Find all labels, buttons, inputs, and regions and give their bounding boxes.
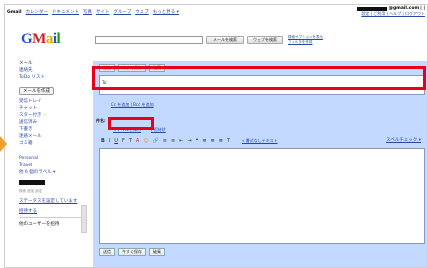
spellcheck-link[interactable]: スペルチェック ▾ bbox=[386, 137, 421, 143]
text-color-icon[interactable]: A bbox=[136, 137, 139, 145]
sidebar-item-chat[interactable]: チャット bbox=[19, 105, 91, 112]
sidebar-item-sent[interactable]: 送信済み bbox=[19, 119, 91, 126]
sidebar: メール 連絡先 ToDo リスト メールを作成 受信トレイ チャット スター付き… bbox=[19, 60, 91, 228]
search-options: 検索オプションを表示 フィルタを作成 bbox=[288, 35, 323, 44]
send-button-bottom[interactable]: 送信 bbox=[99, 248, 115, 256]
format-toolbar: B I U F T A ☺ 🔗 ≡ ≡ ⇤ ⇥ ❝ ≣ ≣ ≣ T « 書式なし… bbox=[101, 136, 425, 146]
sidebar-item-drafts[interactable]: 下書き bbox=[19, 126, 91, 133]
sidebar-item-mail[interactable]: メール bbox=[19, 60, 91, 67]
gbar-web[interactable]: ウェブ bbox=[135, 9, 149, 15]
sidebar-item-trash[interactable]: ゴミ箱 bbox=[19, 140, 91, 147]
gbar-groups[interactable]: グループ bbox=[114, 9, 132, 15]
font-size-icon[interactable]: T bbox=[129, 137, 132, 145]
tutorial-arrow-icon bbox=[0, 136, 7, 152]
message-body[interactable] bbox=[99, 148, 425, 244]
subject-label: 件名: bbox=[96, 118, 106, 123]
remove-format-icon[interactable]: T bbox=[227, 137, 230, 145]
gbar-calendar[interactable]: カレンダー bbox=[26, 9, 49, 15]
underline-icon[interactable]: U bbox=[114, 137, 118, 145]
font-icon[interactable]: F bbox=[122, 137, 125, 145]
sidebar-item-contacts[interactable]: 連絡先 bbox=[19, 67, 91, 74]
gmail-window: Gmail カレンダー ドキュメント 写真 サイト グループ ウェブ もっと見る… bbox=[4, 4, 428, 268]
discard-button-bottom[interactable]: 破棄 bbox=[149, 248, 165, 256]
search-options-link[interactable]: 検索オプションを表示 bbox=[288, 35, 323, 40]
highlight-to-field bbox=[92, 66, 426, 90]
search-web-button[interactable]: ウェブを検索 bbox=[247, 36, 283, 44]
plain-text-link[interactable]: « 書式なしテキスト bbox=[242, 138, 278, 144]
align-left-icon[interactable]: ≣ bbox=[202, 137, 206, 145]
indent-icon[interactable]: ⇥ bbox=[187, 137, 191, 145]
save-now-button-bottom[interactable]: 今すぐ保存 bbox=[118, 248, 146, 256]
redacted-username bbox=[357, 6, 388, 11]
account-area: @gmail.com | | 設定 | ご利用 | ヘルプ | ログアウト bbox=[357, 6, 425, 16]
account-links[interactable]: 設定 | ご利用 | ヘルプ | ログアウト bbox=[357, 11, 425, 16]
sidebar-label-personal[interactable]: Personal bbox=[19, 155, 91, 162]
search-mail-button[interactable]: メールを検索 bbox=[206, 36, 244, 44]
gbar-photos[interactable]: 写真 bbox=[83, 9, 92, 15]
sidebar-item-inbox[interactable]: 受信トレイ bbox=[19, 98, 91, 105]
numbered-list-icon[interactable]: ≡ bbox=[163, 137, 167, 145]
sidebar-item-tasks[interactable]: ToDo リスト bbox=[19, 74, 91, 81]
sidebar-item-spam[interactable]: 迷惑メール bbox=[19, 133, 91, 140]
gbar-sites[interactable]: サイト bbox=[96, 9, 110, 15]
sidebar-label-travel[interactable]: Travel bbox=[19, 162, 91, 169]
redacted-chat-name bbox=[19, 180, 45, 185]
italic-icon[interactable]: I bbox=[109, 137, 110, 145]
gbar-docs[interactable]: ドキュメント bbox=[52, 9, 79, 15]
sidebar-item-starred[interactable]: スター付き ☆ bbox=[19, 112, 91, 119]
compose-button[interactable]: メールを作成 bbox=[19, 87, 54, 95]
sidebar-more-labels[interactable]: 他 6 個のラベル ▾ bbox=[19, 169, 91, 176]
sidebar-divider bbox=[19, 217, 85, 218]
bold-icon[interactable]: B bbox=[101, 137, 105, 145]
highlight-attach-link bbox=[108, 117, 154, 130]
star-icon: ☆ bbox=[42, 113, 47, 118]
gmail-logo[interactable]: GMail bbox=[21, 31, 61, 48]
link-icon[interactable]: 🔗 bbox=[153, 137, 159, 145]
align-center-icon[interactable]: ≣ bbox=[211, 137, 215, 145]
quote-icon[interactable]: ❝ bbox=[196, 137, 199, 145]
compose-bottom-actions: 送信 今すぐ保存 破棄 bbox=[99, 248, 165, 256]
starred-label: スター付き bbox=[19, 113, 43, 118]
outdent-icon[interactable]: ⇤ bbox=[179, 137, 183, 145]
chat-links[interactable]: 検索 追加 設定 bbox=[19, 189, 91, 194]
create-filter-link[interactable]: フィルタを作成 bbox=[288, 40, 323, 45]
emoticon-icon[interactable]: ☺ bbox=[143, 137, 148, 145]
bullet-list-icon[interactable]: ≡ bbox=[171, 137, 175, 145]
gbar-gmail[interactable]: Gmail bbox=[7, 10, 22, 15]
compose-panel: 送信 今すぐ保存 破棄 To: Cc を追加 | Bcc を追加 件名: ファイ… bbox=[93, 61, 427, 267]
chat-status-link[interactable]: ステータスを設定しています bbox=[19, 198, 91, 204]
gbar-more[interactable]: もっと見る ▾ bbox=[153, 9, 179, 15]
search-input[interactable] bbox=[95, 36, 203, 44]
cc-bcc-links[interactable]: Cc を追加 | Bcc を追加 bbox=[111, 102, 154, 108]
chat-scrollbar[interactable] bbox=[81, 205, 87, 233]
align-right-icon[interactable]: ≣ bbox=[219, 137, 223, 145]
